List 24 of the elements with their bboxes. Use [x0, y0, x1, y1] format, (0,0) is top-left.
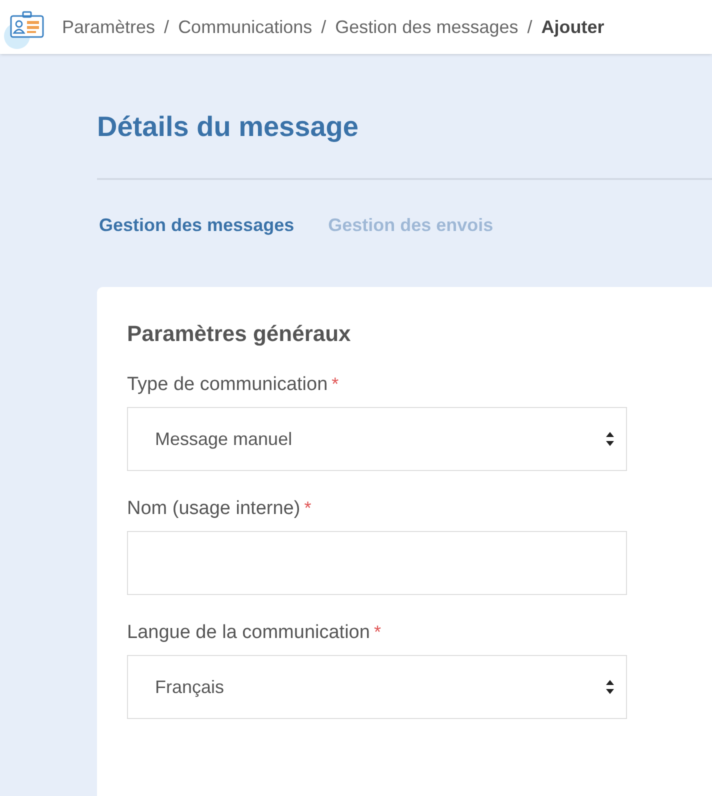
breadcrumb-separator: /	[164, 16, 170, 38]
select-value: Français	[155, 676, 224, 699]
breadcrumb-link[interactable]: Paramètres	[62, 14, 156, 40]
breadcrumb-link[interactable]: Gestion des messages	[335, 14, 518, 40]
breadcrumb-link[interactable]: Communications	[178, 14, 312, 40]
select-value: Message manuel	[155, 428, 292, 451]
required-mark: *	[304, 497, 312, 520]
required-mark: *	[374, 621, 381, 644]
sort-arrows-icon	[606, 680, 614, 694]
field-label: Langue de la communication	[127, 621, 370, 645]
field-label: Type de communication	[127, 373, 328, 397]
select-field[interactable]: Message manuel	[127, 407, 627, 471]
tab[interactable]: Gestion des messages	[99, 212, 294, 238]
breadcrumb-current: Ajouter	[541, 16, 604, 39]
input-field[interactable]	[127, 531, 627, 595]
page-title: Détails du message	[97, 110, 360, 144]
sort-arrows-icon	[606, 432, 614, 446]
field-label: Nom (usage interne)	[127, 497, 300, 521]
id-card-icon[interactable]	[4, 11, 44, 49]
breadcrumb-separator: /	[527, 16, 532, 38]
select-field[interactable]: Français	[127, 655, 627, 719]
breadcrumb-separator: /	[321, 16, 326, 38]
required-mark: *	[332, 373, 339, 396]
section-title: Paramètres généraux	[127, 320, 352, 348]
